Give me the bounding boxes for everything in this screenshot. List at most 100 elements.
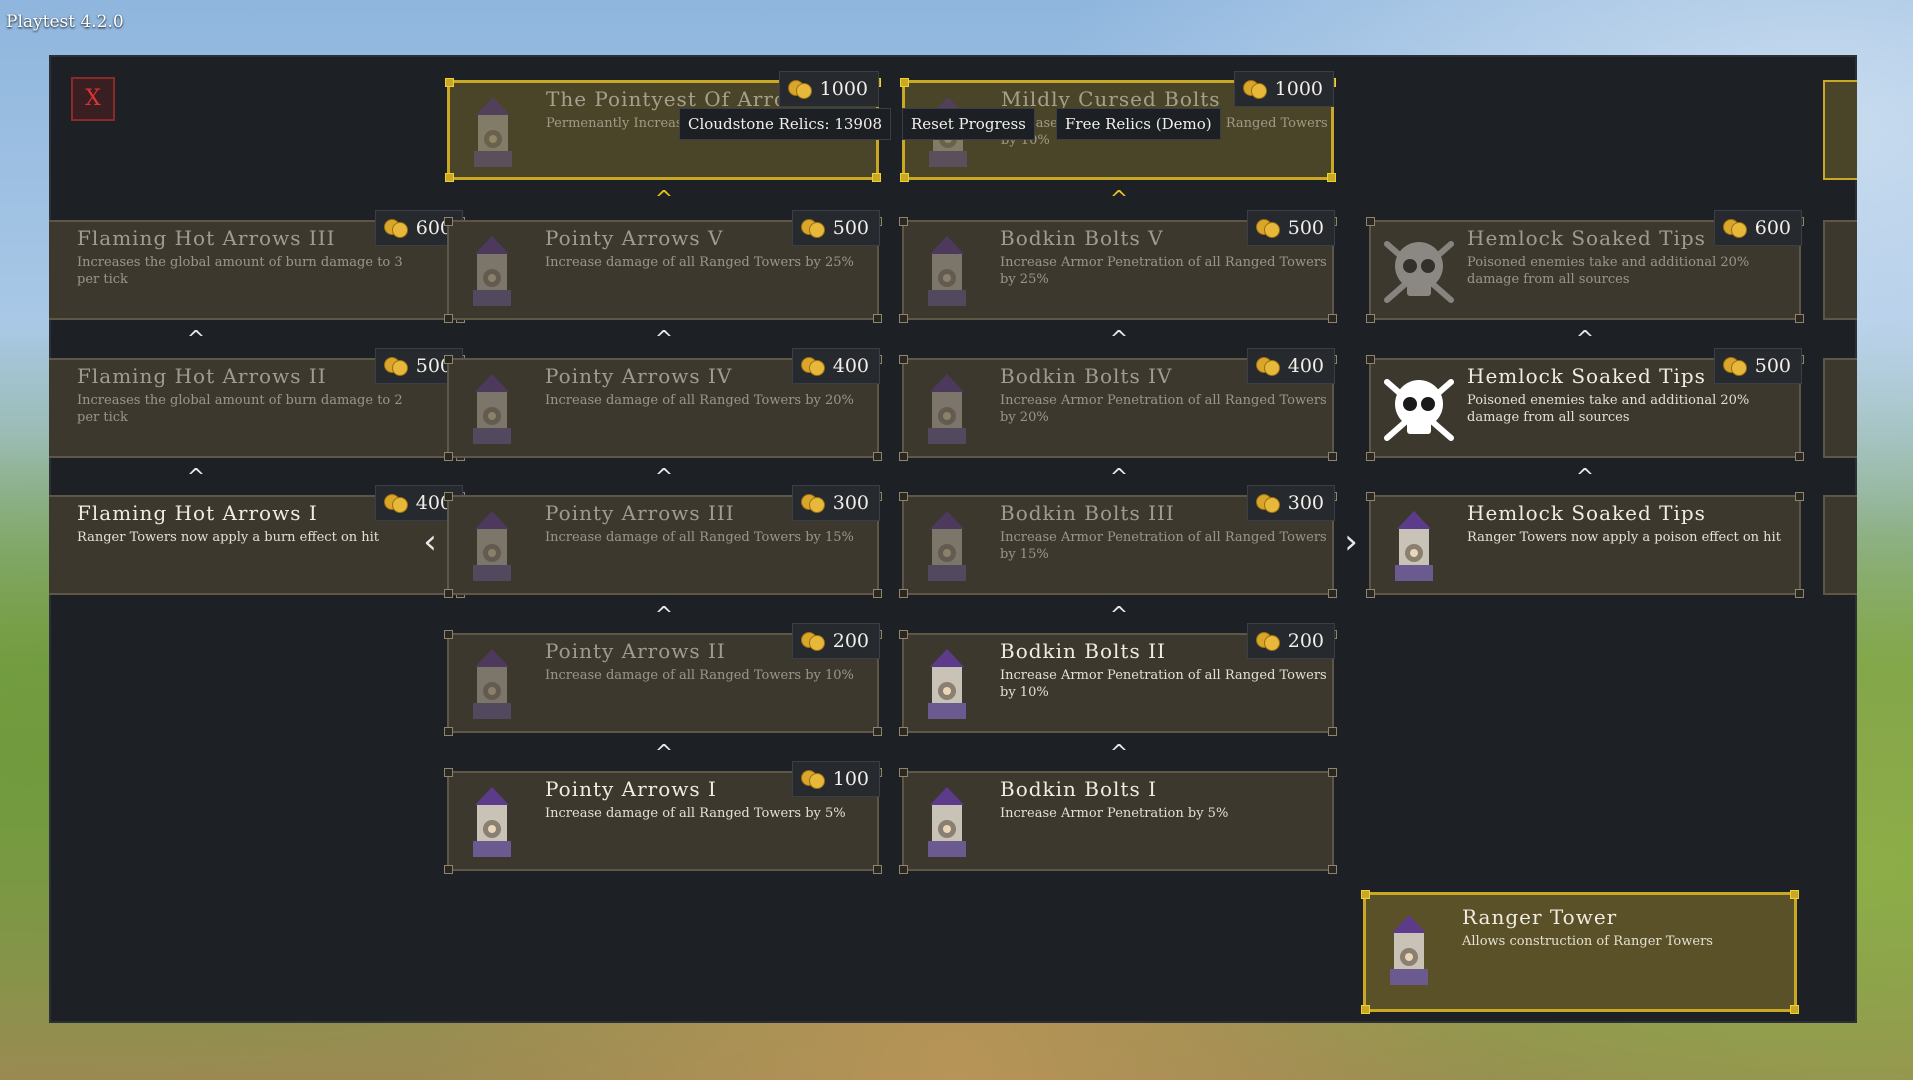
card-title: Bodkin Bolts III	[1000, 501, 1175, 525]
coin-icon	[800, 357, 825, 376]
card-title: Pointy Arrows III	[545, 501, 735, 525]
scroll-left-button[interactable]: ‹	[415, 522, 445, 562]
cost-badge: 300	[791, 485, 880, 521]
card-desc: Increase damage of all Ranged Towers by …	[545, 806, 846, 821]
upgrade-card-hemlock-2[interactable]: Hemlock Soaked Tips II Poisoned enemies …	[1366, 348, 1804, 461]
relics-counter: Cloudstone Relics: 13908	[679, 108, 892, 140]
cost-badge: 400	[1246, 348, 1335, 384]
coin-icon	[800, 219, 825, 238]
chevron-up-icon: ^	[1575, 465, 1595, 490]
cost-badge: 1000	[778, 71, 879, 107]
coin-icon	[800, 494, 825, 513]
coin-icon	[383, 494, 408, 513]
tower-icon	[473, 236, 511, 306]
card-title: Bodkin Bolts IV	[1000, 364, 1173, 388]
upgrade-card-bodkin-5[interactable]: Bodkin Bolts V Increase Armor Penetratio…	[899, 210, 1337, 323]
tower-icon	[928, 374, 966, 444]
coin-icon	[383, 219, 408, 238]
chevron-up-icon: ^	[1109, 187, 1129, 212]
upgrade-card-bodkin-4[interactable]: Bodkin Bolts IV Increase Armor Penetrati…	[899, 348, 1337, 461]
card-desc: Increase damage of all Ranged Towers by …	[545, 668, 854, 683]
chevron-up-icon: ^	[654, 465, 674, 490]
ranger-tower-base-card[interactable]: Ranger Tower Allows construction of Rang…	[1361, 890, 1799, 1014]
upgrade-card-flaming-2[interactable]: Flaming Hot Arrows II Increases the glob…	[49, 348, 465, 461]
cost-badge: 200	[1246, 623, 1335, 659]
cost-badge: 200	[791, 623, 880, 659]
card-desc: Increase Armor Penetration of all Ranged…	[1000, 393, 1327, 425]
tower-icon	[473, 511, 511, 581]
cost-badge: 500	[1246, 210, 1335, 246]
chevron-up-icon: ^	[186, 327, 206, 352]
chevron-up-icon: ^	[654, 187, 674, 212]
cost-badge: 600	[1713, 210, 1802, 246]
card-desc: Poisoned enemies take and additional 20%…	[1467, 255, 1750, 287]
card-title: Pointy Arrows V	[545, 226, 724, 250]
upgrade-card-hemlock-3[interactable]: Hemlock Soaked Tips III Poisoned enemies…	[1366, 210, 1804, 323]
tower-icon	[928, 236, 966, 306]
chevron-up-icon: ^	[1109, 603, 1129, 628]
tower-icon	[1390, 915, 1428, 985]
coin-icon	[1242, 80, 1267, 99]
coin-icon	[1255, 219, 1280, 238]
edge-card-stub[interactable]	[1823, 220, 1857, 320]
card-title: Hemlock Soaked Tips	[1467, 501, 1706, 525]
upgrade-card-pointy-5[interactable]: Pointy Arrows V Increase damage of all R…	[444, 210, 882, 323]
tower-icon	[928, 787, 966, 857]
edge-card-stub[interactable]	[1823, 80, 1857, 180]
upgrade-card-flaming-1[interactable]: Flaming Hot Arrows I Ranger Towers now a…	[49, 485, 465, 598]
cost-badge: 100	[791, 761, 880, 797]
card-title: Bodkin Bolts II	[1000, 639, 1166, 663]
edge-card-stub[interactable]	[1823, 495, 1857, 595]
card-desc: Ranger Towers now apply a poison effect …	[1467, 530, 1781, 545]
card-desc: Increase damage of all Ranged Towers by …	[545, 255, 854, 270]
cost-badge: 400	[791, 348, 880, 384]
upgrade-card-bodkin-2[interactable]: Bodkin Bolts II Increase Armor Penetrati…	[899, 623, 1337, 736]
card-desc: Ranger Towers now apply a burn effect on…	[77, 530, 380, 545]
chevron-up-icon: ^	[654, 603, 674, 628]
skull-icon	[1384, 379, 1454, 441]
upgrade-tree-panel: X Flaming Hot Arrows III Increases the g…	[49, 55, 1857, 1023]
free-relics-button[interactable]: Free Relics (Demo)	[1056, 108, 1221, 140]
upgrade-card-hemlock-1[interactable]: Hemlock Soaked Tips Ranger Towers now ap…	[1366, 492, 1804, 598]
card-desc: Increase Armor Penetration of all Ranged…	[1000, 530, 1327, 562]
upgrade-card-flaming-3[interactable]: Flaming Hot Arrows III Increases the glo…	[49, 210, 465, 323]
card-title: Hemlock Soaked Tips III	[1467, 226, 1740, 250]
coin-icon	[1722, 219, 1747, 238]
coin-icon	[787, 80, 812, 99]
chevron-up-icon: ^	[1109, 327, 1129, 352]
card-desc: Allows construction of Ranger Towers	[1462, 934, 1713, 949]
card-title: Ranger Tower	[1462, 905, 1618, 929]
card-title: Pointy Arrows II	[545, 639, 726, 663]
upgrade-card-bodkin-1[interactable]: Bodkin Bolts I Increase Armor Penetratio…	[899, 768, 1337, 874]
card-title: Bodkin Bolts V	[1000, 226, 1164, 250]
reset-progress-button[interactable]: Reset Progress	[902, 108, 1035, 140]
upgrade-card-bodkin-3[interactable]: Bodkin Bolts III Increase Armor Penetrat…	[899, 485, 1337, 598]
coin-icon	[1255, 494, 1280, 513]
upgrade-card-pointy-4[interactable]: Pointy Arrows IV Increase damage of all …	[444, 348, 882, 461]
card-title: Pointy Arrows I	[545, 777, 717, 801]
card-desc: Poisoned enemies take and additional 20%…	[1467, 393, 1750, 425]
cost-badge: 500	[791, 210, 880, 246]
card-desc: Increases the global amount of burn dama…	[77, 393, 403, 425]
card-desc: Increase Armor Penetration by 5%	[1000, 806, 1229, 821]
card-title: Bodkin Bolts I	[1000, 777, 1157, 801]
coin-icon	[1255, 357, 1280, 376]
card-title: Flaming Hot Arrows I	[77, 501, 318, 525]
edge-card-stub[interactable]	[1823, 358, 1857, 458]
cost-badge: 500	[1713, 348, 1802, 384]
chevron-up-icon: ^	[654, 327, 674, 352]
coin-icon	[800, 632, 825, 651]
skull-icon	[1384, 241, 1454, 303]
tower-icon	[474, 97, 512, 167]
card-desc: Increase damage of all Ranged Towers by …	[545, 393, 854, 408]
upgrade-card-pointy-2[interactable]: Pointy Arrows II Increase damage of all …	[444, 623, 882, 736]
upgrade-card-pointy-3[interactable]: Pointy Arrows III Increase damage of all…	[444, 485, 882, 598]
upgrade-card-pointy-1[interactable]: Pointy Arrows I Increase damage of all R…	[444, 761, 882, 874]
card-desc: Increases the global amount of burn dama…	[77, 255, 403, 287]
scroll-right-button[interactable]: ›	[1336, 522, 1366, 562]
tower-icon	[928, 649, 966, 719]
coin-icon	[1722, 357, 1747, 376]
card-title: Flaming Hot Arrows III	[77, 226, 336, 250]
tower-icon	[473, 374, 511, 444]
close-button[interactable]: X	[71, 77, 115, 121]
